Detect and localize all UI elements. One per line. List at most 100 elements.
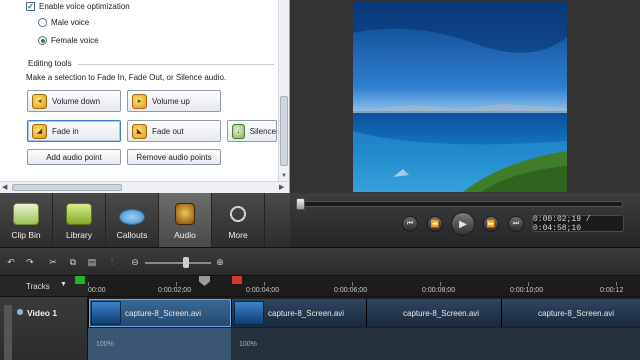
tab-audio-label: Audio <box>174 230 196 240</box>
volume-down-button[interactable]: ◂ Volume down <box>27 90 121 112</box>
tracks-menu-label[interactable]: Tracks <box>26 282 50 291</box>
ruler-tick <box>176 282 177 286</box>
selection-out-marker[interactable] <box>232 276 242 284</box>
female-voice-option[interactable]: Female voice <box>38 36 99 45</box>
volume-up-label: Volume up <box>152 96 190 106</box>
editing-tools-heading: Editing tools <box>28 59 72 68</box>
volume-down-icon: ◂ <box>32 93 47 109</box>
fade-out-label: Fade out <box>152 126 184 136</box>
track-drag-handle[interactable] <box>4 305 12 360</box>
editing-tools-hint: Make a selection to Fade In, Fade Out, o… <box>26 73 227 82</box>
male-voice-option[interactable]: Male voice <box>38 18 89 27</box>
tab-more[interactable]: More <box>212 193 265 247</box>
video-preview-area <box>290 0 640 193</box>
ruler-tick <box>440 282 441 286</box>
timeline-clip[interactable]: capture-8_Screen.avi <box>501 299 640 327</box>
clip-thumbnail <box>91 301 121 325</box>
fade-in-label: Fade in <box>52 126 79 136</box>
seek-handle[interactable] <box>296 198 305 210</box>
ruler-label: 00:00 <box>88 287 106 294</box>
seek-bar[interactable] <box>298 201 623 207</box>
voice-optimization-checkbox[interactable]: ✓ <box>26 2 35 11</box>
female-voice-radio[interactable] <box>38 36 47 45</box>
clip-label: capture-8_Screen.avi <box>538 308 615 318</box>
fade-out-icon: ◣ <box>132 123 147 139</box>
tab-clip-bin[interactable]: Clip Bin <box>0 193 53 247</box>
tracks-dropdown-icon[interactable]: ▼ <box>60 281 67 288</box>
track-lane-video-1[interactable]: capture-8_Screen.avi capture-8_Screen.av… <box>88 297 640 360</box>
scroll-right-arrow-icon[interactable]: ▶ <box>279 183 284 191</box>
ruler-label: 0:00:04;00 <box>246 287 280 294</box>
timeline-tracks: Video 1 capture-8_Screen.avi capture-8_S… <box>0 296 640 360</box>
timeline-clip[interactable]: capture-8_Screen.avi <box>88 299 231 327</box>
ruler-tick <box>88 282 89 286</box>
scroll-down-arrow-icon[interactable]: ▼ <box>280 172 288 180</box>
time-readout: 0:00:02;19 / 0:04:58;10 <box>532 215 624 233</box>
audio-panel-horizontal-scrollbar[interactable]: ◀ ▶ <box>0 181 289 193</box>
ruler-label: 0:00:02;00 <box>158 287 192 294</box>
rewind-icon[interactable]: ⏪ <box>427 216 443 232</box>
paste-icon[interactable]: ▤ <box>86 257 98 268</box>
tab-callouts[interactable]: Callouts <box>106 193 159 247</box>
audio-panel: ✓ Enable voice optimization Male voice F… <box>0 0 290 193</box>
library-icon <box>66 203 92 225</box>
clip-label: capture-8_Screen.avi <box>268 308 345 318</box>
volume-up-icon: ▸ <box>132 93 147 109</box>
audio-panel-vertical-scrollbar[interactable]: ▼ <box>278 0 289 181</box>
zoom-in-icon[interactable]: ⊕ <box>214 257 226 268</box>
timeline-toolbar: ↶ ↷ ✂ ⧉ ▤ ⫶ ⊖ ⊕ <box>0 247 640 275</box>
tab-library[interactable]: Library <box>53 193 106 247</box>
cut-icon[interactable]: ✂ <box>47 257 59 268</box>
silence-icon: ↓ <box>232 123 245 139</box>
zoom-slider-handle[interactable] <box>183 257 189 268</box>
tab-library-label: Library <box>66 230 92 240</box>
scroll-left-arrow-icon[interactable]: ◀ <box>2 183 7 191</box>
ruler-label: 0:00:06;00 <box>334 287 368 294</box>
tab-clip-bin-label: Clip Bin <box>11 230 41 240</box>
fade-out-button[interactable]: ◣ Fade out <box>127 120 221 142</box>
zoom-slider[interactable] <box>145 262 211 264</box>
horizontal-scroll-thumb[interactable] <box>12 184 122 191</box>
volume-down-label: Volume down <box>52 96 101 106</box>
skip-to-start-icon[interactable]: ⏮ <box>402 216 418 232</box>
clip-label: capture-8_Screen.avi <box>125 308 202 318</box>
undo-icon[interactable]: ↶ <box>5 257 17 268</box>
male-voice-label: Male voice <box>51 18 90 27</box>
ruler-label: 0:00:10;00 <box>510 287 544 294</box>
player-controls: ⏮ ⏪ ▶ ⏩ ⏭ 0:00:02;19 / 0:04:58;10 <box>290 193 640 247</box>
play-button[interactable]: ▶ <box>451 212 475 236</box>
remove-audio-points-button[interactable]: Remove audio points <box>127 149 221 165</box>
track-visibility-icon[interactable] <box>17 309 23 315</box>
ruler-label: 0:00:12 <box>600 287 624 294</box>
redo-icon[interactable]: ↷ <box>24 257 36 268</box>
timeline-clip[interactable]: capture-8_Screen.avi <box>231 299 366 327</box>
ruler-tick <box>616 282 617 286</box>
audio-waveform[interactable] <box>231 328 640 360</box>
skip-to-end-icon[interactable]: ⏭ <box>508 216 524 232</box>
fast-forward-icon[interactable]: ⏩ <box>483 216 499 232</box>
selection-in-marker[interactable] <box>75 276 85 284</box>
callouts-icon <box>119 209 145 225</box>
video-preview-frame <box>353 1 567 192</box>
zoom-out-icon[interactable]: ⊖ <box>129 257 141 268</box>
silence-button[interactable]: ↓ Silence <box>227 120 277 142</box>
volume-percent-label: 100% <box>96 341 114 348</box>
clip-thumbnail <box>234 301 264 325</box>
volume-up-button[interactable]: ▸ Volume up <box>127 90 221 112</box>
vertical-scroll-thumb[interactable] <box>280 96 288 166</box>
timeline-clip[interactable]: capture-8_Screen.avi <box>366 299 501 327</box>
copy-icon[interactable]: ⧉ <box>67 257 79 268</box>
voice-optimization-option[interactable]: ✓ Enable voice optimization <box>26 2 130 11</box>
tab-audio[interactable]: Audio <box>159 193 212 247</box>
volume-percent-label: 100% <box>239 341 257 348</box>
speaker-icon <box>175 203 195 225</box>
time-ruler[interactable]: 00:00 0:00:02;00 0:00:04;00 0:00:06;00 0… <box>88 276 640 297</box>
split-icon[interactable]: ⫶ <box>106 257 118 268</box>
tab-callouts-label: Callouts <box>116 230 148 240</box>
track-header-video-1[interactable]: Video 1 <box>0 297 88 360</box>
male-voice-radio[interactable] <box>38 18 47 27</box>
fade-in-button[interactable]: ◢ Fade in <box>27 120 121 142</box>
tab-more-label: More <box>228 230 248 240</box>
add-audio-point-button[interactable]: Add audio point <box>27 149 121 165</box>
voice-optimization-label: Enable voice optimization <box>39 2 130 11</box>
